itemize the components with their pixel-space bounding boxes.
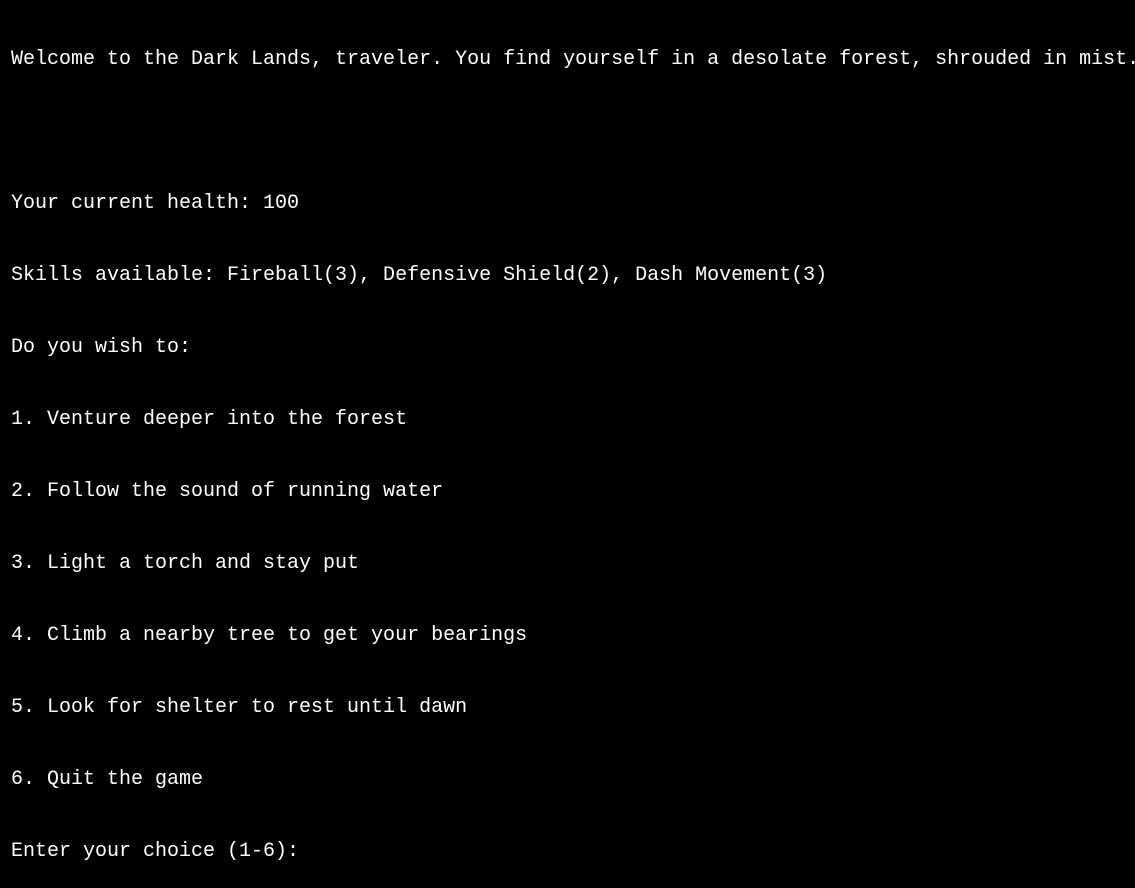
menu-option-2: 2. Follow the sound of running water (11, 480, 444, 503)
terminal-window: Welcome to the Dark Lands, traveler. You… (11, 0, 1135, 863)
skills-text: Skills available: Fireball(3), Defensive… (11, 264, 828, 287)
menu-option-1: 1. Venture deeper into the forest (11, 408, 408, 431)
menu-option-4: 4. Climb a nearby tree to get your beari… (11, 624, 528, 647)
choice-prompt: Enter your choice (1-6): (11, 840, 312, 863)
health-text: Your current health: 100 (11, 192, 300, 215)
choice-prompt-row: Enter your choice (1-6): (11, 840, 1135, 864)
intro-text: Welcome to the Dark Lands, traveler. You… (11, 48, 1135, 71)
question-text: Do you wish to: (11, 336, 192, 359)
menu-option-5: 5. Look for shelter to rest until dawn (11, 696, 468, 719)
menu-option-6: 6. Quit the game (11, 768, 204, 791)
choice-input[interactable] (311, 840, 512, 862)
menu-option-3: 3. Light a torch and stay put (11, 552, 360, 575)
